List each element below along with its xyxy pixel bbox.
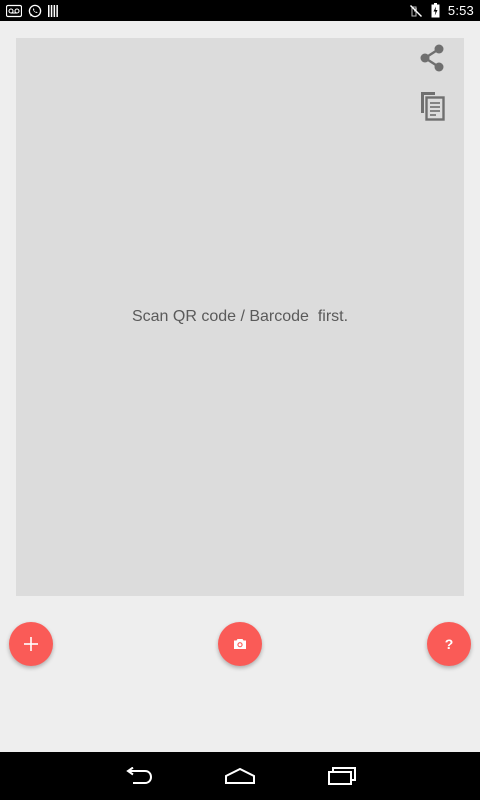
copy-icon	[418, 89, 446, 121]
help-button[interactable]: ?	[427, 622, 471, 666]
status-right-icons: 5:53	[409, 0, 474, 21]
signal-bars-icon	[48, 4, 58, 17]
battery-charging-icon	[431, 3, 440, 18]
share-button[interactable]	[416, 42, 448, 74]
scan-camera-button[interactable]	[218, 622, 262, 666]
voicemail-icon	[6, 4, 22, 18]
add-button[interactable]	[9, 622, 53, 666]
home-icon	[224, 767, 256, 785]
copy-button[interactable]	[416, 88, 448, 122]
scan-prompt-message: Scan QR code / Barcode first.	[131, 308, 349, 325]
status-bar: 5:53	[0, 0, 480, 21]
back-icon	[123, 767, 153, 785]
recents-button[interactable]	[322, 764, 362, 788]
camera-icon	[233, 638, 247, 650]
result-panel: Scan QR code / Barcode first.	[16, 38, 464, 596]
back-button[interactable]	[118, 764, 158, 788]
plus-icon	[23, 636, 39, 652]
navigation-bar	[0, 752, 480, 800]
home-button[interactable]	[220, 764, 260, 788]
status-left-icons	[6, 2, 58, 19]
help-label: ?	[444, 636, 454, 652]
share-icon	[417, 43, 447, 73]
status-time: 5:53	[447, 3, 474, 18]
whatsapp-icon	[28, 4, 42, 18]
mute-icon	[409, 4, 423, 18]
recents-icon	[327, 766, 357, 786]
